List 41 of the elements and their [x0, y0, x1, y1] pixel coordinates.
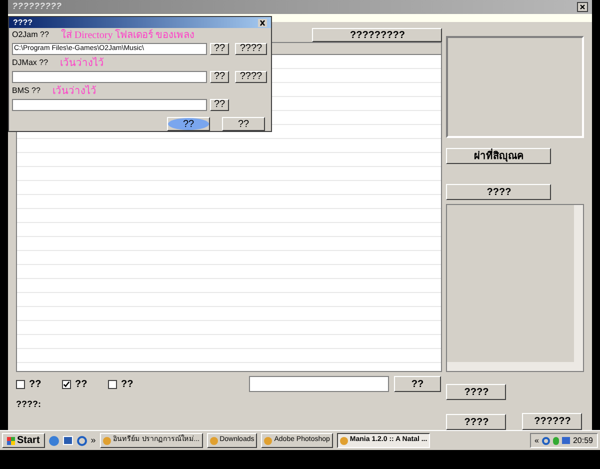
chevron-button[interactable]: » — [90, 434, 96, 448]
cancel-button[interactable]: ?? — [222, 117, 265, 131]
browse-button[interactable]: ?? — [210, 42, 229, 54]
field-label: O2Jam ?? — [12, 29, 49, 41]
close-icon[interactable] — [577, 2, 588, 12]
field-label: DJMax ?? — [12, 57, 48, 69]
message-field[interactable] — [249, 376, 389, 392]
dialog-title: ???? — [13, 16, 33, 28]
checkbox-label: ?? — [29, 378, 42, 392]
ok-button[interactable]: ?? — [167, 117, 210, 131]
start-button[interactable]: Start — [2, 433, 45, 448]
action-button[interactable]: ???? — [446, 414, 506, 430]
annotation-note: เว้นว่างไว้ — [60, 58, 104, 69]
chevron-button[interactable]: « — [534, 434, 539, 446]
browse-button[interactable]: ???? — [235, 70, 267, 82]
browse-button[interactable]: ?? — [210, 70, 229, 82]
tab-button[interactable]: ????????? — [312, 28, 442, 42]
action-button[interactable]: ผ่าที่สิญุณค — [446, 148, 552, 164]
checkbox[interactable] — [16, 380, 25, 388]
action-button[interactable]: ???? — [446, 184, 552, 200]
status-label: ????: — [16, 398, 42, 411]
scrollbar[interactable] — [574, 205, 583, 362]
field-label: BMS ?? — [12, 85, 40, 97]
annotation-note: ใส่ Directory โฟลเดอร์ ของเพลง — [60, 30, 195, 41]
checkbox-label: ?? — [75, 378, 88, 392]
send-button[interactable]: ?? — [394, 376, 441, 392]
close-icon[interactable] — [258, 18, 267, 26]
checkbox-label: ?? — [121, 378, 134, 392]
path-field[interactable] — [12, 98, 207, 110]
checkbox[interactable] — [62, 380, 71, 388]
browse-button[interactable]: ?? — [210, 98, 229, 110]
action-button[interactable]: ?????? — [522, 413, 582, 430]
windows-logo-icon — [7, 436, 15, 444]
action-button[interactable]: ???? — [446, 384, 506, 400]
checkbox[interactable] — [108, 380, 117, 388]
scrollbar[interactable] — [447, 362, 583, 371]
path-field[interactable] — [12, 70, 207, 82]
browse-button[interactable]: ???? — [235, 42, 267, 54]
clock: 20:59 — [572, 434, 593, 446]
annotation-note: เว้นว่างไว้ — [52, 86, 96, 97]
window-title: ????????? — [12, 0, 62, 13]
